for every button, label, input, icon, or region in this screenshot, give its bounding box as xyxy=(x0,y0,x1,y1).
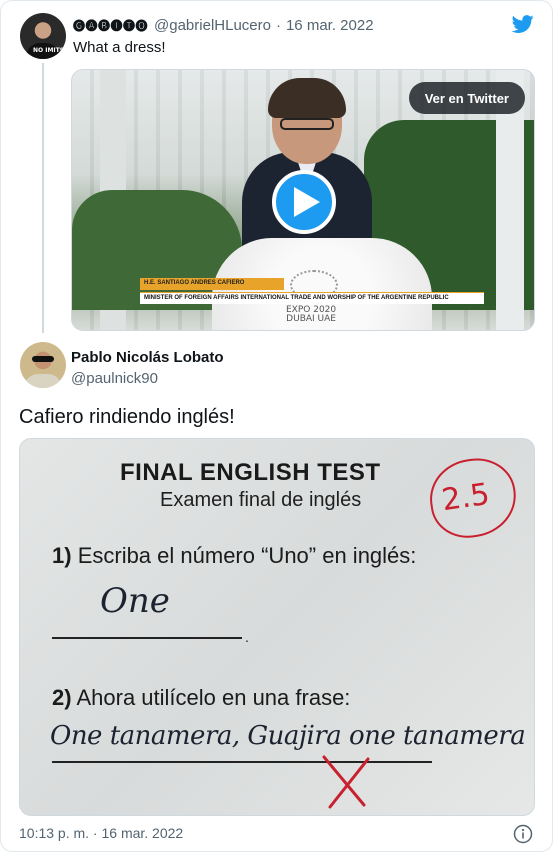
twitter-bird-icon[interactable] xyxy=(511,13,535,35)
play-icon xyxy=(294,187,320,217)
author-handle[interactable]: @paulnick90 xyxy=(71,370,158,387)
quoted-tweet-date[interactable]: 16 mar. 2022 xyxy=(286,17,374,34)
quoted-tweet-header: 🅖🅐🅑🅘🅣🅞 @gabrielHLucero · 16 mar. 2022 xyxy=(73,15,374,35)
lower-third-name: H.E. SANTIAGO ANDRES CAFIERO xyxy=(140,278,284,290)
wrong-mark-icon xyxy=(322,755,370,809)
exam-grade-circle: 2.5 xyxy=(424,453,522,543)
quoted-author-handle[interactable]: @gabrielHLucero xyxy=(154,17,271,34)
exam-q1-text: Escriba el número “Uno” en inglés: xyxy=(77,543,417,568)
quoted-author-name[interactable]: 🅖🅐🅑🅘🅣🅞 xyxy=(73,17,148,34)
view-on-twitter-button[interactable]: Ver en Twitter xyxy=(408,82,525,114)
avatar-shirt-text: NO IMITS xyxy=(33,47,65,54)
thread-line xyxy=(42,63,44,333)
exam-question-2: 2) Ahora utilícelo en una frase: xyxy=(52,685,350,711)
speaker-glasses xyxy=(280,118,334,130)
answer-line-1 xyxy=(52,637,242,639)
answer-line-1-period: . xyxy=(245,629,249,645)
tweet-timestamp[interactable]: 10:13 p. m. · 16 mar. 2022 xyxy=(19,825,183,841)
exam-subtitle: Examen final de inglés xyxy=(160,489,362,511)
tweet-text: Cafiero rindiendo inglés! xyxy=(19,406,235,428)
quoted-tweet-text: What a dress! xyxy=(73,39,166,56)
tweet-embed: NO IMITS 🅖🅐🅑🅘🅣🅞 @gabrielHLucero · 16 mar… xyxy=(0,0,553,852)
exam-answer-1: One xyxy=(100,581,170,621)
tweet-image[interactable]: FINAL ENGLISH TEST Examen final de inglé… xyxy=(19,438,535,816)
exam-title: FINAL ENGLISH TEST xyxy=(120,459,381,486)
author-avatar[interactable] xyxy=(20,342,66,388)
exam-q1-number: 1) xyxy=(52,543,72,568)
exam-grade: 2.5 xyxy=(439,476,492,519)
play-button[interactable] xyxy=(272,170,336,234)
exam-q2-number: 2) xyxy=(52,685,72,710)
podium-text: EXPO 2020 DUBAI UAE xyxy=(286,305,337,324)
info-icon[interactable] xyxy=(513,824,533,844)
header-separator: · xyxy=(275,16,281,34)
lower-third-title: MINISTER OF FOREIGN AFFAIRS INTERNATIONA… xyxy=(140,292,484,304)
video-player[interactable]: EXPO 2020 DUBAI UAE H.E. SANTIAGO ANDRES… xyxy=(71,69,535,331)
exam-q2-text: Ahora utilícelo en una frase: xyxy=(76,685,351,710)
exam-question-1: 1) Escriba el número “Uno” en inglés: xyxy=(52,543,416,569)
avatar-body xyxy=(24,374,62,388)
author-name[interactable]: Pablo Nicolás Lobato xyxy=(71,349,224,366)
exam-answer-2: One tanamera, Guajira one tanamera xyxy=(50,721,526,751)
quoted-author-avatar[interactable]: NO IMITS xyxy=(20,13,66,59)
avatar-sunglasses xyxy=(32,356,54,362)
